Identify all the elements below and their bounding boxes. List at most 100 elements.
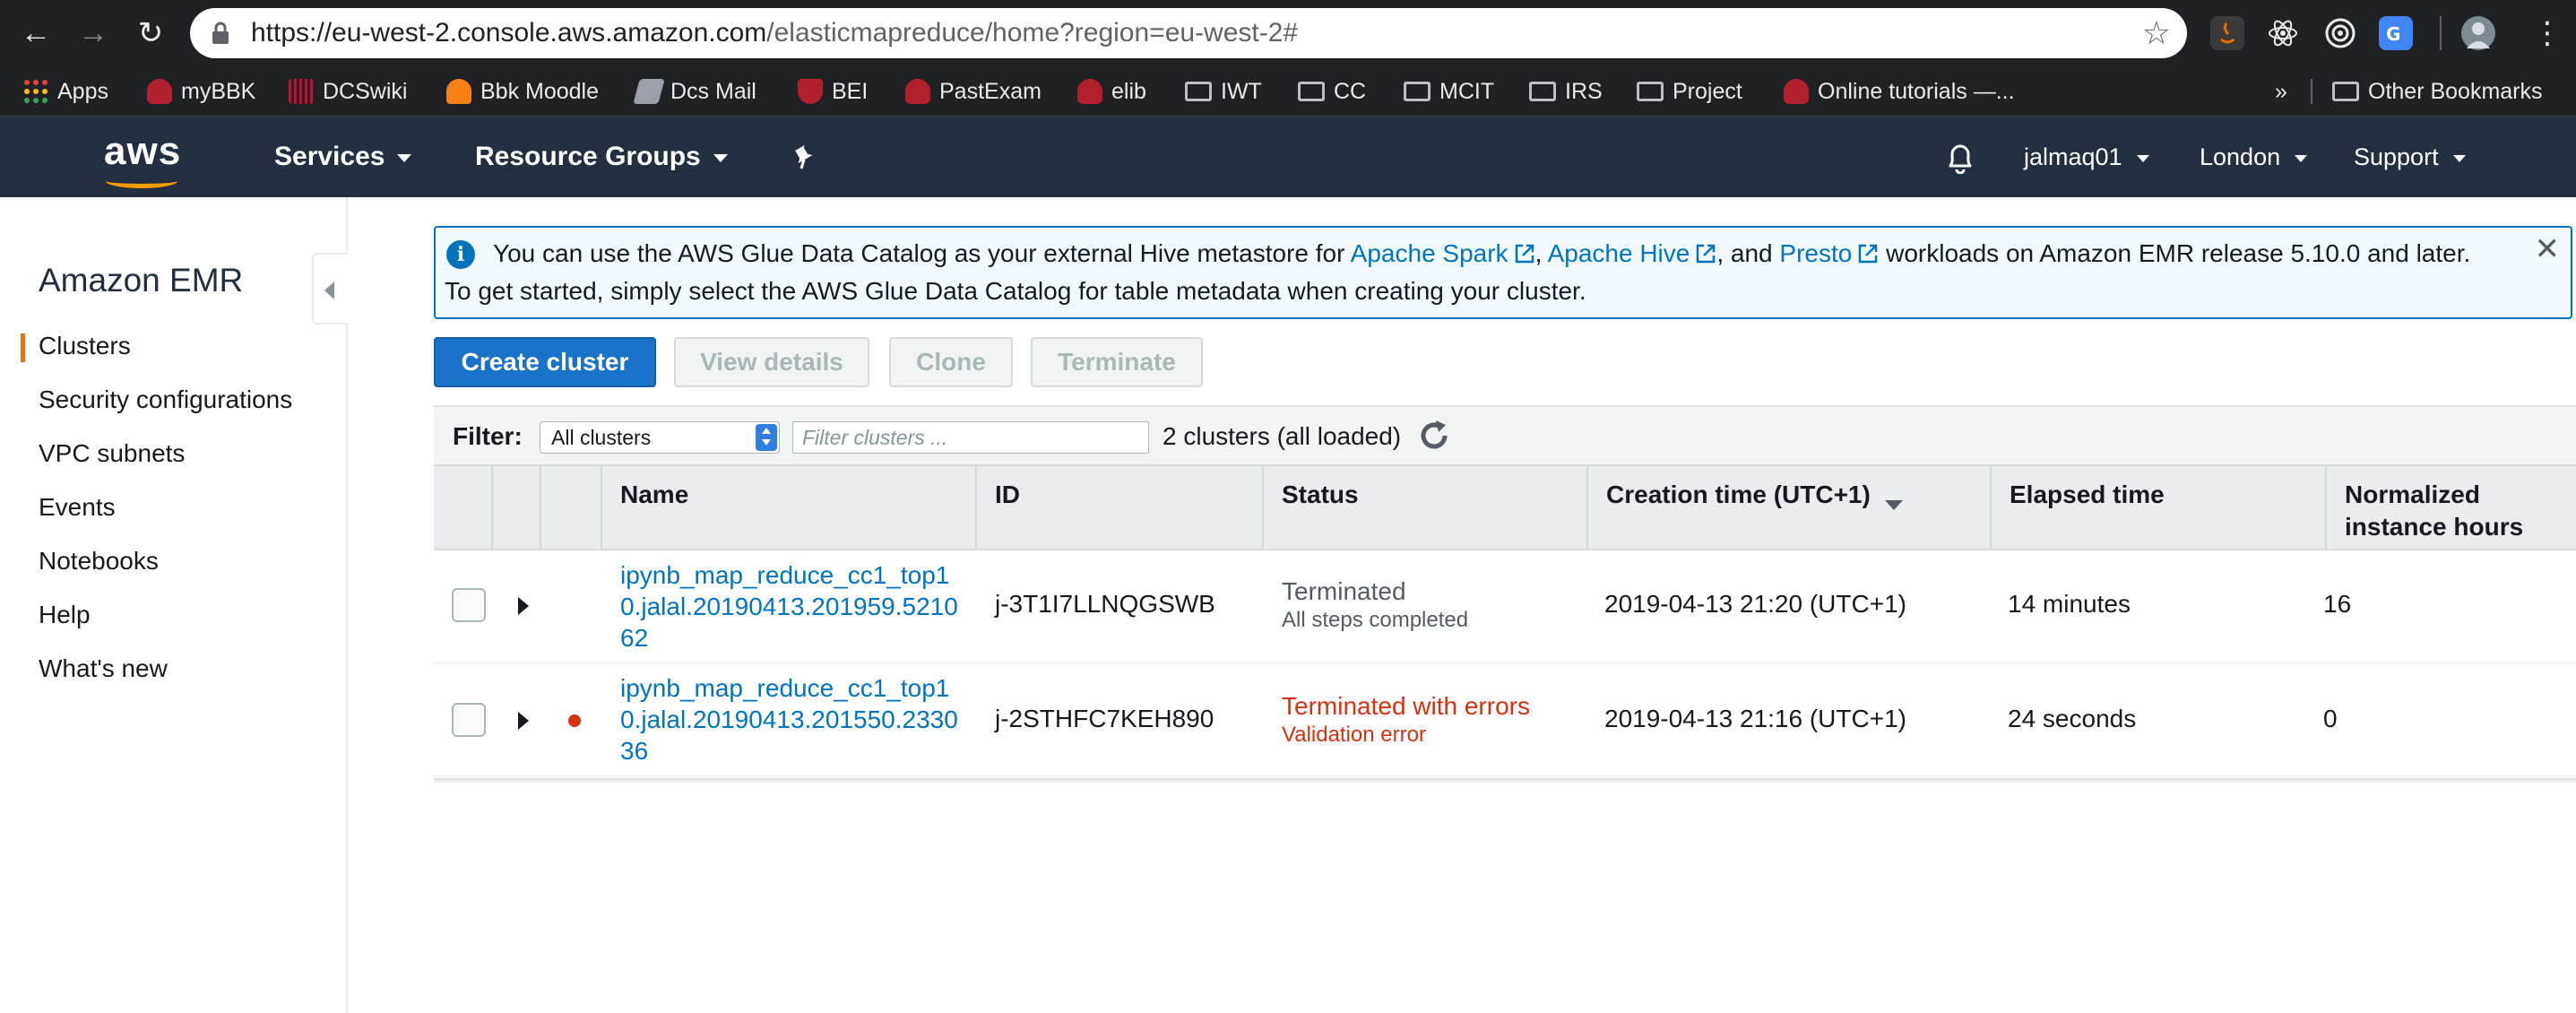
id-column-header[interactable]: ID: [977, 466, 1264, 550]
sidebar-item-whats-new[interactable]: What's new: [39, 654, 168, 683]
chevron-down-icon: [713, 153, 728, 162]
bookmark-folder-project[interactable]: Project: [1637, 66, 1742, 117]
external-link-icon: [1515, 244, 1534, 264]
svg-text:G: G: [2386, 23, 2400, 45]
aws-logo[interactable]: aws: [104, 129, 181, 174]
folder-icon: [2332, 82, 2359, 101]
info-icon: i: [446, 240, 475, 269]
account-menu[interactable]: jalmaq01: [2024, 117, 2149, 197]
reload-icon[interactable]: ↻: [131, 13, 170, 53]
sidebar-item-help[interactable]: Help: [39, 601, 91, 629]
bookmark-folder-mcit[interactable]: MCIT: [1404, 66, 1494, 117]
toolbar-divider: [2440, 16, 2442, 50]
cluster-name-link[interactable]: ipynb_map_reduce_cc1_top10.jalal.2019041…: [620, 672, 970, 766]
sidebar-item-vpc-subnets[interactable]: VPC subnets: [39, 439, 185, 468]
back-arrow-icon[interactable]: ←: [16, 13, 56, 53]
bookmark-star-icon[interactable]: ☆: [2142, 15, 2171, 51]
bookmark-bbk-moodle[interactable]: Bbk Moodle: [446, 66, 599, 117]
resource-groups-menu[interactable]: Resource Groups: [475, 117, 728, 197]
bookmark-dcswiki[interactable]: DCSwiki: [289, 66, 407, 117]
sidebar-item-events[interactable]: Events: [39, 493, 116, 522]
dcs-icon: [289, 79, 314, 104]
apache-spark-link[interactable]: Apache Spark: [1351, 239, 1508, 267]
bookmark-apps[interactable]: Apps: [23, 66, 108, 117]
expand-row-icon[interactable]: [518, 712, 529, 730]
bei-shield-icon: [798, 79, 823, 104]
bookmark-online-tutorials[interactable]: Online tutorials —...: [1784, 66, 2015, 117]
expand-row-icon[interactable]: [518, 597, 529, 615]
filter-clusters-input[interactable]: Filter clusters ...: [792, 421, 1149, 454]
name-column-header[interactable]: Name: [602, 466, 977, 550]
target-extension-icon[interactable]: [2323, 16, 2357, 50]
bookmarks-overflow-button[interactable]: »: [2275, 66, 2287, 117]
browser-menu-icon[interactable]: ⋮: [2528, 13, 2567, 53]
refresh-icon[interactable]: [1416, 418, 1452, 454]
glue-catalog-info-banner: i You can use the AWS Glue Data Catalog …: [434, 226, 2572, 319]
bookmark-folder-iwt[interactable]: IWT: [1185, 66, 1262, 117]
cluster-id: j-2STHFC7KEH890: [995, 705, 1215, 732]
status-column-header[interactable]: Status: [1264, 466, 1588, 550]
presto-link[interactable]: Presto: [1779, 239, 1852, 267]
bookmarks-bar: Apps myBBK DCSwiki Bbk Moodle Dcs Mail B…: [0, 66, 2576, 117]
bookmark-bei[interactable]: BEI: [798, 66, 868, 117]
creation-time: 2019-04-13 21:20 (UTC+1): [1604, 590, 1906, 618]
create-cluster-button[interactable]: Create cluster: [434, 337, 656, 387]
clone-button[interactable]: Clone: [889, 337, 1013, 387]
sidebar-collapse-button[interactable]: [312, 253, 348, 325]
region-menu[interactable]: London: [2200, 117, 2308, 197]
forward-arrow-icon[interactable]: →: [73, 13, 113, 53]
folder-icon: [1298, 82, 1325, 101]
address-bar[interactable]: https://eu-west-2.console.aws.amazon.com…: [190, 8, 2187, 58]
bookmark-mybbk[interactable]: myBBK: [147, 66, 255, 117]
normalized-instance-hours: 0: [2323, 705, 2338, 732]
apps-grid-icon: [24, 80, 48, 103]
bookmark-folder-irs[interactable]: IRS: [1529, 66, 1603, 117]
cluster-state-select[interactable]: All clusters: [540, 421, 780, 454]
error-indicator-dot: [568, 714, 581, 727]
sidebar-title: Amazon EMR: [39, 262, 244, 299]
chevron-down-icon: [2136, 154, 2149, 162]
bookmark-other-bookmarks[interactable]: Other Bookmarks: [2332, 66, 2543, 117]
moodle-icon: [446, 79, 471, 104]
bookmarks-divider: [2311, 79, 2312, 104]
profile-avatar[interactable]: [2461, 16, 2495, 50]
react-devtools-icon[interactable]: [2266, 16, 2300, 50]
sidebar-item-notebooks[interactable]: Notebooks: [39, 547, 159, 576]
normalized-hours-column-header[interactable]: Normalized instance hours: [2327, 466, 2576, 550]
pin-icon[interactable]: [791, 143, 817, 170]
aws-smile-logo: [106, 174, 177, 188]
table-row[interactable]: ipynb_map_reduce_cc1_top10.jalal.2019041…: [434, 663, 2576, 776]
java-extension-icon[interactable]: [2210, 16, 2244, 50]
mail-icon: [633, 79, 665, 104]
row-checkbox[interactable]: [452, 588, 486, 622]
select-stepper-icon: [756, 424, 777, 451]
apache-hive-link[interactable]: Apache Hive: [1548, 239, 1690, 267]
external-link-icon: [1859, 244, 1878, 264]
bbk-owl-icon: [1077, 79, 1102, 104]
chevron-down-icon: [2295, 154, 2308, 162]
row-checkbox[interactable]: [452, 703, 486, 737]
close-icon[interactable]: ✕: [2535, 231, 2561, 267]
cluster-status: Terminated All steps completed: [1282, 577, 1469, 632]
bookmark-folder-cc[interactable]: CC: [1298, 66, 1366, 117]
cluster-name-link[interactable]: ipynb_map_reduce_cc1_top10.jalal.2019041…: [620, 559, 970, 654]
bookmark-elib[interactable]: elib: [1077, 66, 1146, 117]
view-details-button[interactable]: View details: [674, 337, 869, 387]
bookmark-dcs-mail[interactable]: Dcs Mail: [633, 66, 756, 117]
folder-icon: [1637, 82, 1664, 101]
table-row[interactable]: ipynb_map_reduce_cc1_top10.jalal.2019041…: [434, 550, 2576, 663]
table-header: Name ID Status Creation time (UTC+1) Ela…: [434, 464, 2576, 550]
creation-time-column-header[interactable]: Creation time (UTC+1): [1588, 466, 1992, 550]
clusters-table: Name ID Status Creation time (UTC+1) Ela…: [434, 464, 2576, 784]
bell-icon[interactable]: [1945, 142, 1975, 175]
elapsed-time-column-header[interactable]: Elapsed time: [1992, 466, 2327, 550]
support-menu[interactable]: Support: [2354, 117, 2466, 197]
sidebar-item-security-configurations[interactable]: Security configurations: [39, 385, 292, 414]
services-menu[interactable]: Services: [274, 117, 412, 197]
bookmark-pastexam[interactable]: PastExam: [905, 66, 1042, 117]
folder-icon: [1404, 82, 1431, 101]
sidebar-item-clusters[interactable]: Clusters: [21, 332, 131, 362]
url-text: https://eu-west-2.console.aws.amazon.com…: [251, 18, 1299, 48]
google-translate-icon[interactable]: G: [2379, 16, 2413, 50]
terminate-button[interactable]: Terminate: [1031, 337, 1203, 387]
